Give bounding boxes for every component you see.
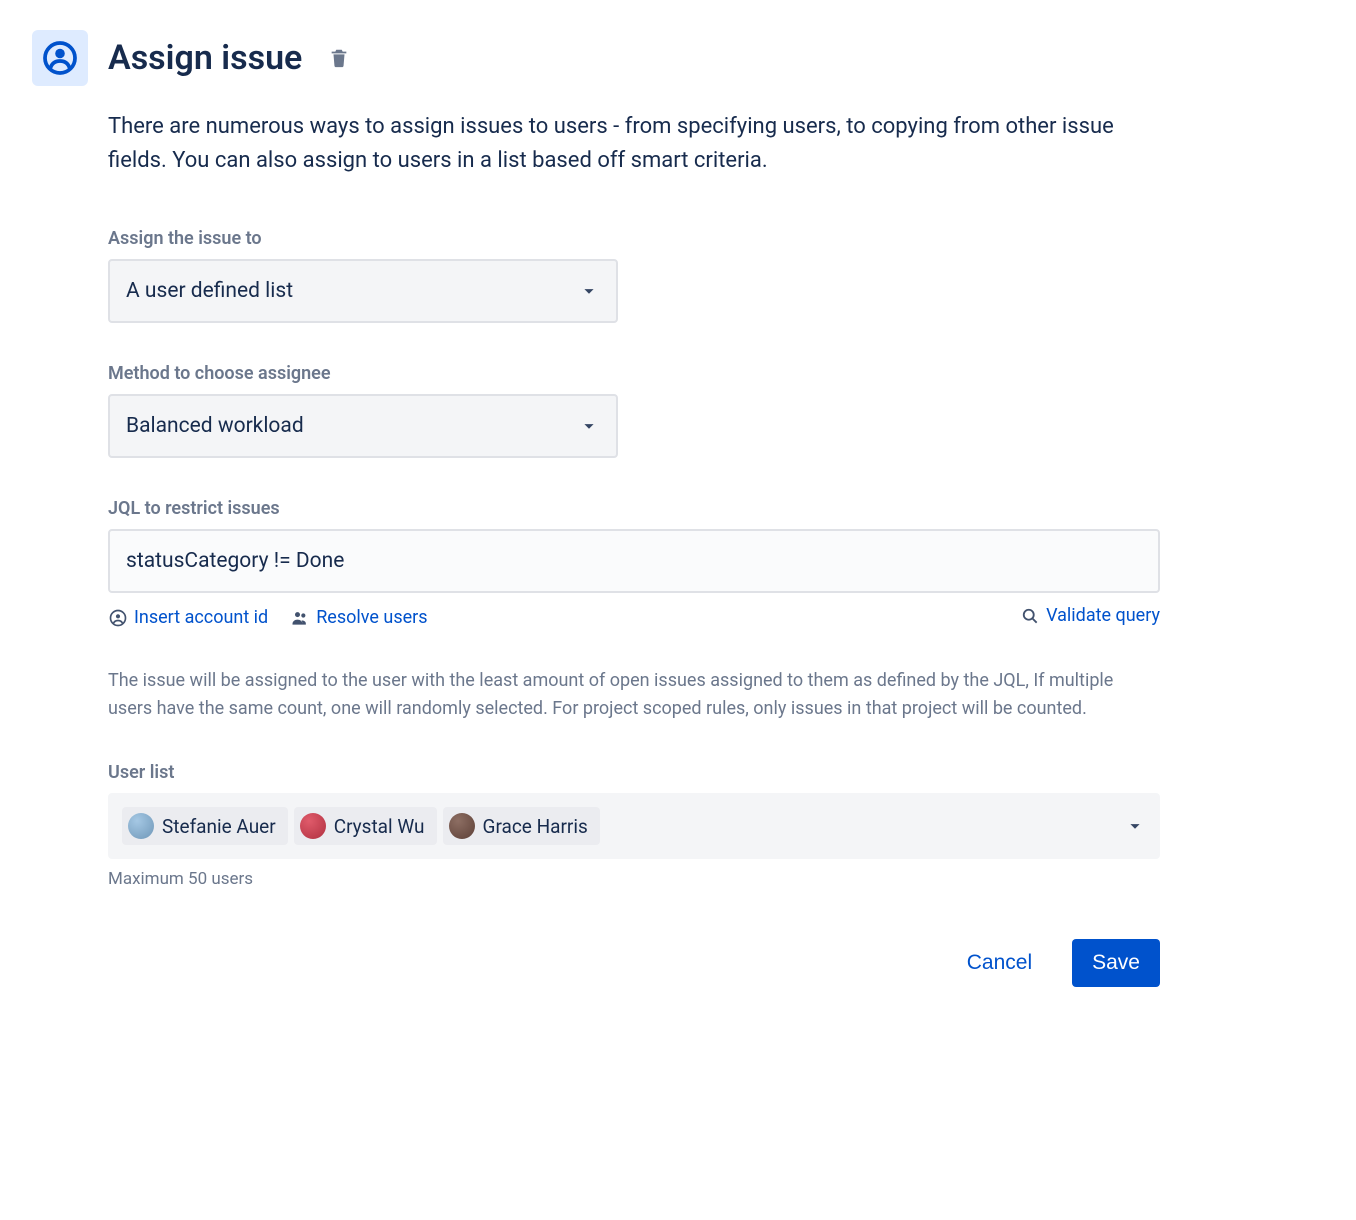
header: Assign issue: [32, 30, 1160, 86]
help-text: The issue will be assigned to the user w…: [108, 667, 1160, 723]
insert-account-id-label: Insert account id: [134, 607, 268, 628]
validate-query-link[interactable]: Validate query: [1020, 605, 1160, 626]
users-icon: [290, 608, 310, 628]
chevron-down-icon: [578, 415, 600, 437]
user-chip[interactable]: Grace Harris: [443, 807, 600, 845]
avatar: [128, 813, 154, 839]
user-chip-label: Crystal Wu: [334, 815, 425, 838]
person-circle-icon: [108, 608, 128, 628]
user-chip-label: Stefanie Auer: [162, 815, 276, 838]
user-list-field: User list Stefanie Auer Crystal Wu Grace H…: [108, 762, 1160, 889]
content: There are numerous ways to assign issues…: [108, 110, 1160, 987]
validate-query-label: Validate query: [1046, 605, 1160, 626]
cancel-button[interactable]: Cancel: [947, 939, 1052, 987]
user-list-hint: Maximum 50 users: [108, 869, 1160, 889]
jql-input[interactable]: [108, 529, 1160, 593]
assign-issue-icon: [32, 30, 88, 86]
user-list-select[interactable]: Stefanie Auer Crystal Wu Grace Harris: [108, 793, 1160, 859]
chevron-down-icon: [1124, 815, 1146, 837]
save-button[interactable]: Save: [1072, 939, 1160, 987]
assign-to-label: Assign the issue to: [108, 228, 1160, 249]
jql-label: JQL to restrict issues: [108, 498, 1160, 519]
method-select[interactable]: Balanced workload: [108, 394, 618, 458]
jql-actions: Insert account id Resolve users: [108, 605, 1160, 631]
assign-to-select[interactable]: A user defined list: [108, 259, 618, 323]
chevron-down-icon: [578, 280, 600, 302]
description-text: There are numerous ways to assign issues…: [108, 110, 1160, 178]
footer: Cancel Save: [108, 939, 1160, 987]
delete-button[interactable]: [322, 41, 356, 75]
user-chip[interactable]: Crystal Wu: [294, 807, 437, 845]
assign-issue-panel: Assign issue There are numerous ways to …: [32, 30, 1160, 987]
insert-account-id-link[interactable]: Insert account id: [108, 607, 268, 628]
search-icon: [1020, 606, 1040, 626]
resolve-users-link[interactable]: Resolve users: [290, 607, 427, 628]
avatar: [449, 813, 475, 839]
jql-right-actions: Validate query: [1020, 605, 1160, 631]
trash-icon: [328, 47, 350, 69]
jql-field: JQL to restrict issues Insert account id: [108, 498, 1160, 631]
user-chip[interactable]: Stefanie Auer: [122, 807, 288, 845]
jql-left-actions: Insert account id Resolve users: [108, 607, 428, 628]
user-list-label: User list: [108, 762, 1160, 783]
method-value: Balanced workload: [126, 414, 304, 438]
method-label: Method to choose assignee: [108, 363, 1160, 384]
resolve-users-label: Resolve users: [316, 607, 427, 628]
user-chip-label: Grace Harris: [483, 815, 588, 838]
assign-to-field: Assign the issue to A user defined list: [108, 228, 1160, 323]
method-field: Method to choose assignee Balanced workl…: [108, 363, 1160, 458]
avatar: [300, 813, 326, 839]
page-title: Assign issue: [108, 38, 302, 78]
assign-to-value: A user defined list: [126, 279, 293, 303]
